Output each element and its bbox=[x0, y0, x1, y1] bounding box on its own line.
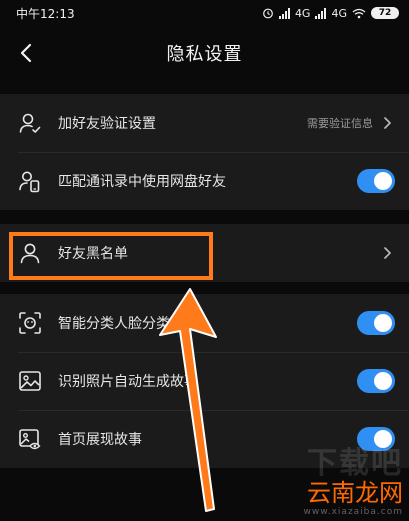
watermark-middle: 云南龙网 bbox=[307, 479, 403, 507]
friend-blacklist-row[interactable]: 好友黑名单 bbox=[0, 224, 409, 282]
toggle-knob bbox=[374, 172, 392, 190]
status-time: 中午12:13 bbox=[16, 6, 75, 21]
contacts-phone-icon bbox=[19, 171, 40, 193]
face-scan-icon bbox=[19, 312, 41, 334]
status-bar: 中午12:13 4G 4G 72 bbox=[0, 0, 409, 26]
toggle-knob bbox=[374, 314, 392, 332]
friend-verification-row[interactable]: 加好友验证设置 需要验证信息 bbox=[0, 94, 409, 152]
user-icon bbox=[20, 243, 40, 264]
friend-verification-label: 加好友验证设置 bbox=[58, 116, 156, 132]
friend-verification-value: 需要验证信息 bbox=[307, 117, 373, 130]
auto-story-label: 识别照片自动生成故事 bbox=[58, 374, 198, 390]
alarm-icon bbox=[263, 8, 273, 19]
match-contacts-label: 匹配通讯录中使用网盘好友 bbox=[58, 174, 226, 190]
battery-indicator: 72 bbox=[371, 7, 399, 19]
chevron-right-icon bbox=[384, 117, 391, 129]
face-classification-row: 智能分类人脸分类 bbox=[0, 294, 409, 352]
face-classification-label: 智能分类人脸分类 bbox=[58, 316, 170, 332]
title-bar: 隐私设置 bbox=[0, 26, 409, 80]
signal-icon bbox=[278, 7, 290, 19]
auto-story-toggle[interactable] bbox=[357, 369, 395, 393]
photo-icon bbox=[19, 371, 41, 391]
network-label-2: 4G bbox=[331, 6, 347, 20]
match-contacts-toggle[interactable] bbox=[357, 169, 395, 193]
settings-group-friends: 加好友验证设置 需要验证信息 匹配通讯录中使用网盘好友 bbox=[0, 94, 409, 210]
settings-group-blacklist: 好友黑名单 bbox=[0, 224, 409, 282]
watermark-top: 下载吧 bbox=[307, 446, 403, 481]
photo-eye-icon bbox=[19, 429, 41, 450]
wifi-icon bbox=[352, 8, 366, 18]
friend-blacklist-label: 好友黑名单 bbox=[58, 246, 128, 262]
chevron-right-icon bbox=[384, 247, 391, 259]
watermark-bottom: www.xiazaiba.com bbox=[303, 507, 403, 517]
watermark: 下载吧 云南龙网 www.xiazaiba.com bbox=[303, 446, 403, 518]
match-contacts-row: 匹配通讯录中使用网盘好友 bbox=[0, 152, 409, 210]
toggle-knob bbox=[374, 372, 392, 390]
network-label-1: 4G bbox=[294, 6, 311, 20]
auto-story-row: 识别照片自动生成故事 bbox=[0, 352, 409, 410]
page-title: 隐私设置 bbox=[166, 44, 243, 65]
user-check-icon bbox=[19, 113, 41, 133]
signal-icon-2 bbox=[315, 7, 327, 19]
status-icons: 4G 4G 72 bbox=[262, 7, 399, 20]
settings-group-photos: 智能分类人脸分类 识别照片自动生成故事 首页展现故事 bbox=[0, 294, 409, 468]
face-classification-toggle[interactable] bbox=[357, 311, 395, 335]
